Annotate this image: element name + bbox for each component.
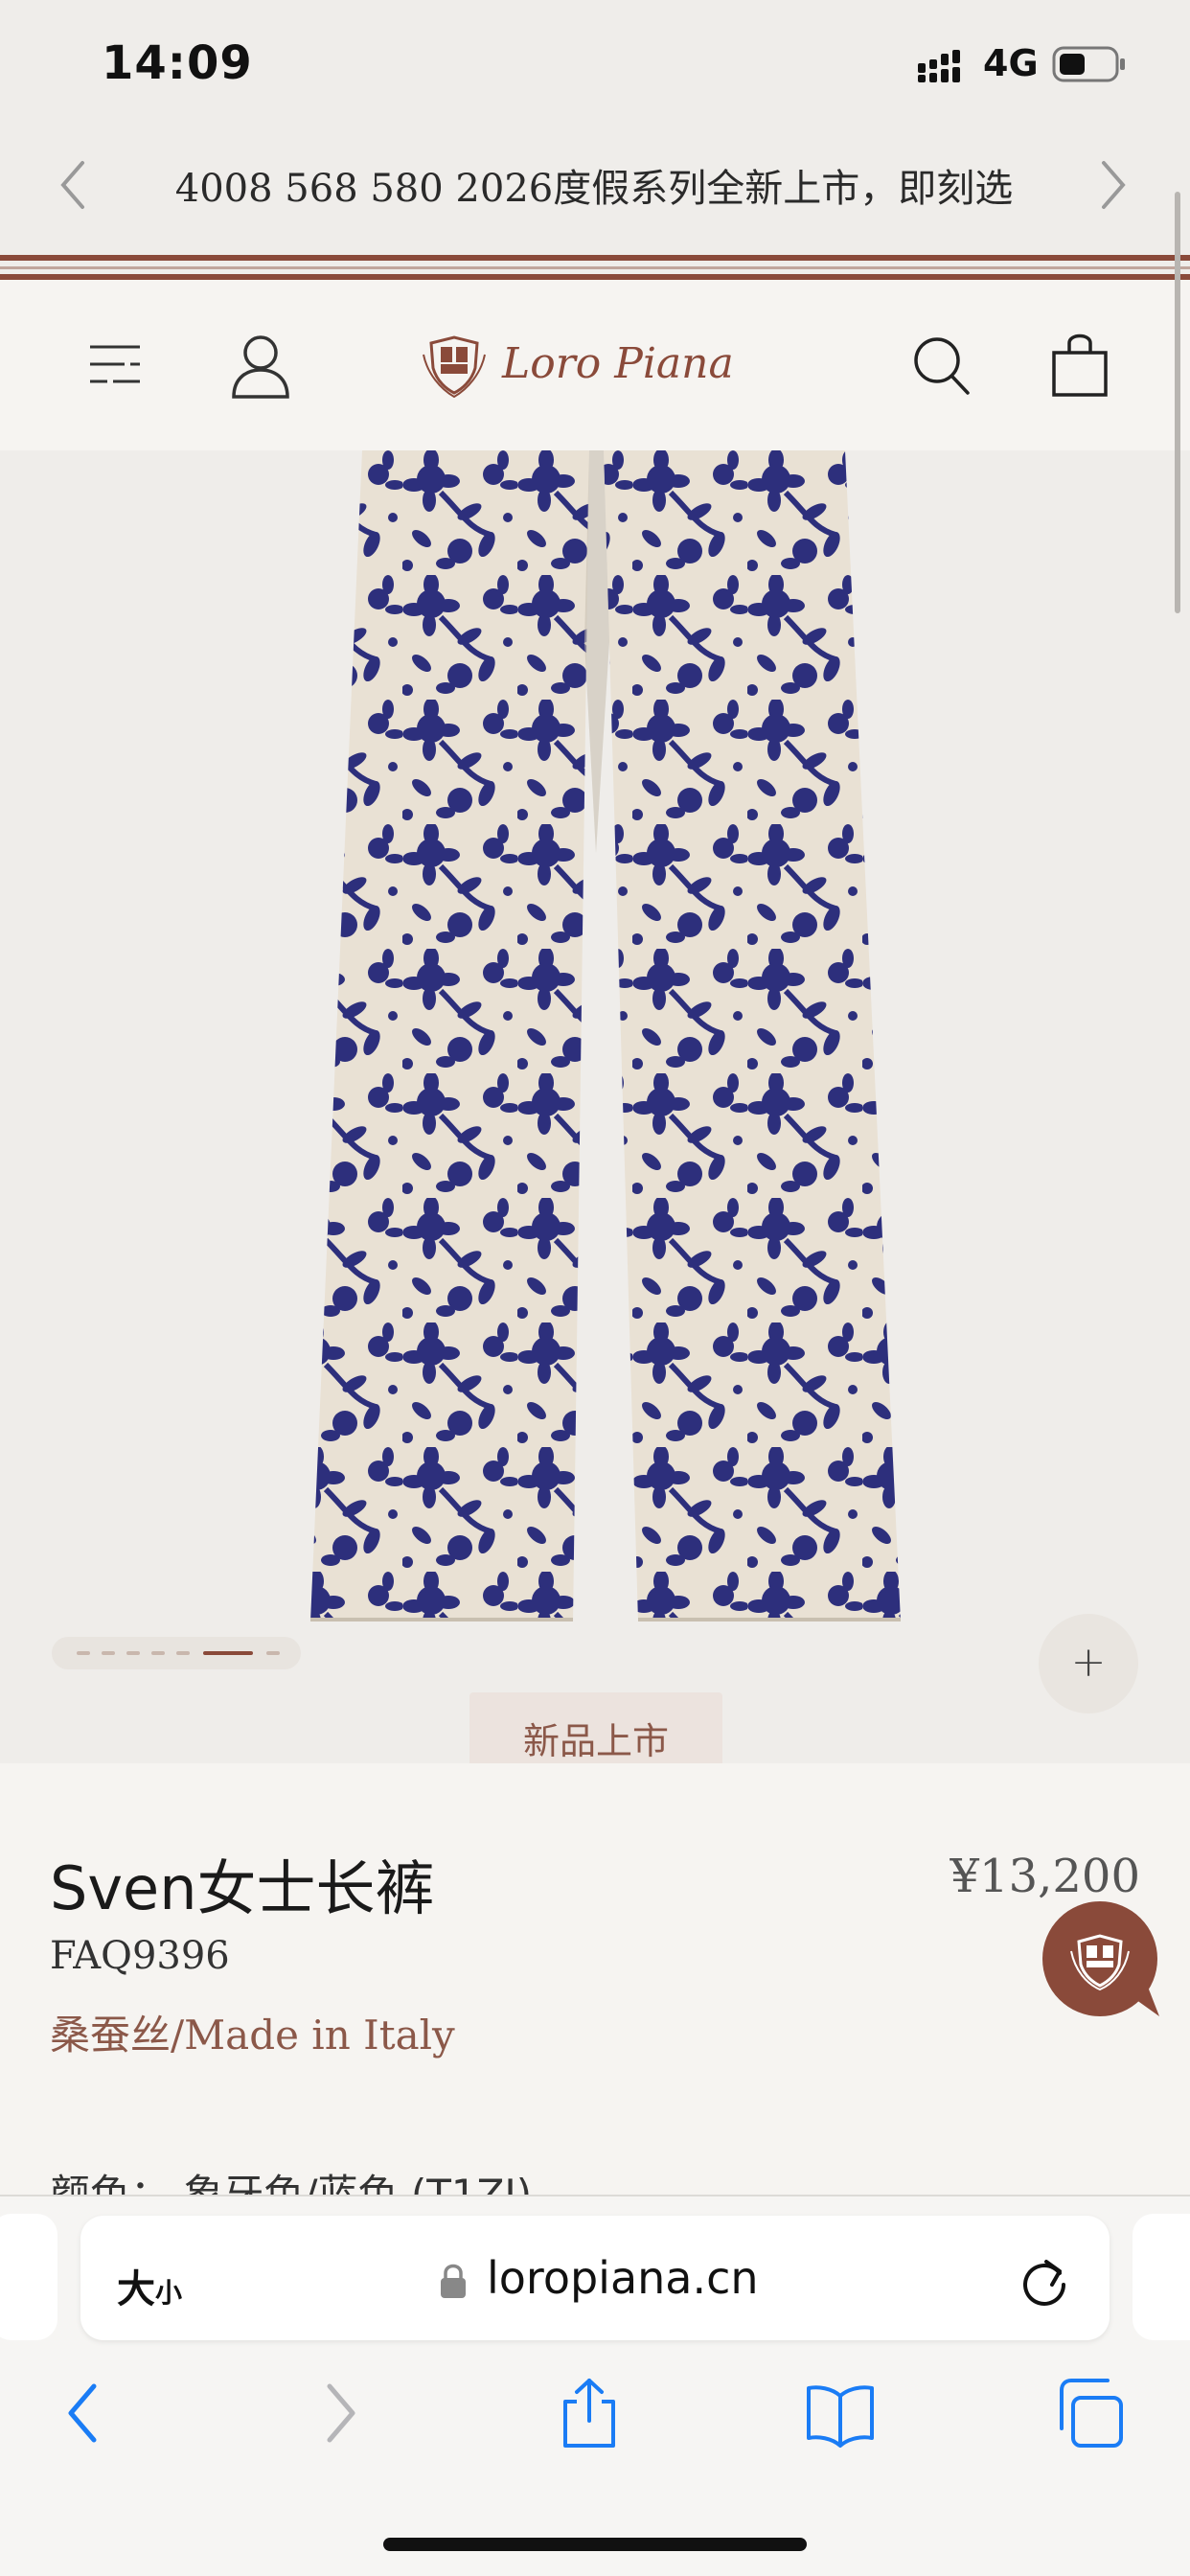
- url-text[interactable]: loropiana.cn: [487, 2252, 759, 2304]
- brand-stripe: [0, 251, 1190, 280]
- product-code: FAQ9396: [50, 1934, 230, 1978]
- next-tab-peek[interactable]: [1133, 2214, 1190, 2340]
- zoom-button[interactable]: +: [1039, 1614, 1138, 1714]
- new-arrival-badge: 新品上市: [469, 1692, 722, 1769]
- svg-text:Loro Piana: Loro Piana: [501, 339, 734, 388]
- battery-icon: [1052, 46, 1125, 82]
- back-icon[interactable]: [61, 2377, 103, 2450]
- product-info: [0, 1763, 1190, 2195]
- chat-icon[interactable]: [1037, 1898, 1167, 2024]
- bookmarks-icon[interactable]: [805, 2377, 876, 2450]
- chevron-right-icon[interactable]: [1094, 153, 1133, 217]
- forward-icon[interactable]: [320, 2377, 362, 2450]
- chevron-left-icon[interactable]: [54, 153, 92, 217]
- tabs-icon[interactable]: [1056, 2377, 1125, 2450]
- lock-icon: [441, 2264, 466, 2298]
- brand-logo[interactable]: Loro Piana: [422, 326, 767, 402]
- product-name: Sven女士长裤: [50, 1853, 435, 1923]
- account-icon[interactable]: [230, 332, 291, 401]
- gallery-pager[interactable]: [52, 1637, 301, 1669]
- product-price: ¥13,200: [950, 1850, 1141, 1903]
- shopping-bag-icon[interactable]: [1048, 330, 1111, 399]
- product-material: 桑蚕丝/Made in Italy: [50, 2012, 455, 2058]
- text-size-button[interactable]: 大小: [117, 2258, 182, 2313]
- share-icon[interactable]: [560, 2377, 619, 2450]
- page-scrollbar[interactable]: [1175, 192, 1180, 613]
- announcement-text[interactable]: 4008 568 580 2026度假系列全新上市，即刻选: [115, 157, 1073, 213]
- menu-icon[interactable]: [88, 337, 142, 391]
- network-type: 4G: [983, 42, 1039, 84]
- cellular-signal-icon: [918, 50, 960, 82]
- status-time: 14:09: [102, 36, 253, 90]
- home-indicator: [383, 2538, 807, 2551]
- previous-tab-peek[interactable]: [0, 2214, 57, 2340]
- product-image[interactable]: [287, 450, 910, 1627]
- search-icon[interactable]: [910, 334, 972, 397]
- pager-active-dash: [203, 1651, 253, 1655]
- reload-icon[interactable]: [1018, 2252, 1071, 2310]
